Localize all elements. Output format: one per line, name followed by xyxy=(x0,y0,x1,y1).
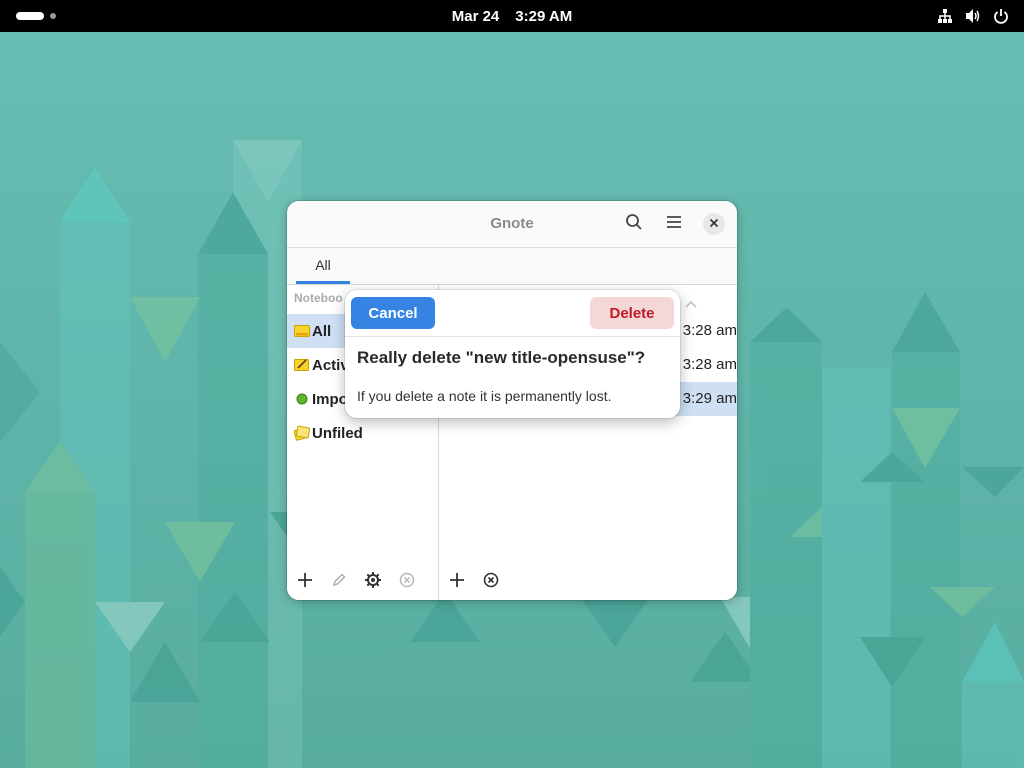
top-bar: Mar 24 3:29 AM xyxy=(0,0,1024,32)
tab-all[interactable]: All xyxy=(296,248,350,284)
sidebar-toolbar xyxy=(287,564,438,600)
important-icon xyxy=(294,391,310,407)
gear-icon xyxy=(364,571,382,594)
delete-confirmation-dialog: Cancel Delete Really delete "new title-o… xyxy=(345,290,680,418)
tab-active-indicator xyxy=(296,281,350,284)
new-note-button[interactable] xyxy=(446,571,468,593)
notebook-item-unfiled[interactable]: Unfiled xyxy=(287,416,438,450)
clock-time: 3:29 AM xyxy=(515,7,573,25)
rename-notebook-button[interactable] xyxy=(328,571,350,593)
all-notes-icon xyxy=(294,323,310,339)
delete-notebook-button[interactable] xyxy=(396,571,418,593)
volume-icon xyxy=(964,6,982,26)
delete-circle-icon xyxy=(399,572,415,593)
sidebar-header: Noteboo xyxy=(294,291,343,305)
active-notes-icon xyxy=(294,357,310,373)
note-modified-time: 3:28 am xyxy=(682,322,737,339)
header-bar: Gnote xyxy=(287,201,737,248)
note-modified-time: 3:29 am xyxy=(682,390,737,407)
clock[interactable]: Mar 24 3:29 AM xyxy=(0,0,1024,32)
plus-icon xyxy=(449,572,465,593)
dialog-message: If you delete a note it is permanently l… xyxy=(357,388,612,404)
close-icon xyxy=(709,215,719,233)
notebook-item-label: Unfiled xyxy=(312,424,363,442)
note-modified-time: 3:28 am xyxy=(682,356,737,373)
sort-ascending-icon[interactable] xyxy=(685,295,697,313)
plus-icon xyxy=(297,572,313,593)
dialog-header: Cancel Delete xyxy=(345,290,680,337)
hamburger-menu-icon xyxy=(666,215,682,234)
delete-circle-icon xyxy=(483,572,499,593)
note-list-toolbar xyxy=(439,564,737,600)
cancel-button[interactable]: Cancel xyxy=(351,297,435,329)
notebook-item-label: All xyxy=(312,322,332,340)
delete-button[interactable]: Delete xyxy=(590,297,674,329)
new-notebook-button[interactable] xyxy=(294,571,316,593)
search-icon xyxy=(625,213,643,236)
dialog-title: Really delete "new title-opensuse"? xyxy=(357,348,646,367)
window-close-button[interactable] xyxy=(703,213,725,235)
pencil-icon xyxy=(331,572,347,593)
notebook-settings-button[interactable] xyxy=(362,571,384,593)
clock-date: Mar 24 xyxy=(451,7,500,25)
delete-note-button[interactable] xyxy=(480,571,502,593)
system-tray[interactable] xyxy=(936,6,1010,26)
network-icon xyxy=(936,6,954,26)
power-icon xyxy=(992,6,1010,26)
tab-bar: All xyxy=(287,248,737,285)
unfiled-icon xyxy=(294,425,310,441)
notebook-item-label: Impo xyxy=(312,390,348,408)
notebook-item-label: Activ xyxy=(312,356,349,374)
search-button[interactable] xyxy=(621,211,647,237)
main-menu-button[interactable] xyxy=(661,211,687,237)
